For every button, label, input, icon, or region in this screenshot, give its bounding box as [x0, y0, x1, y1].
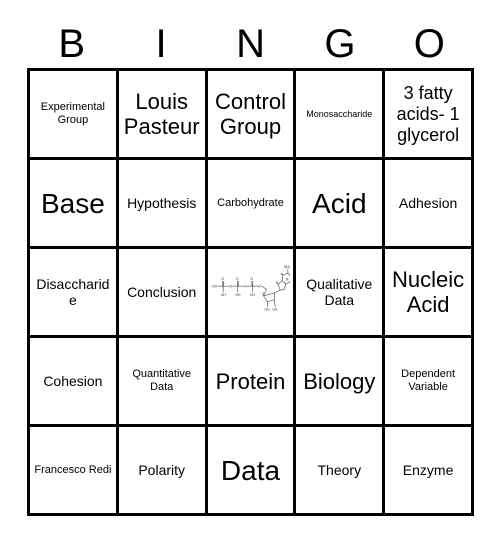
bingo-cell-label: Hypothesis [127, 195, 197, 211]
bingo-grid: Experimental Group Louis Pasteur Control… [27, 68, 474, 516]
bingo-cell-label: Polarity [138, 462, 186, 478]
atp-molecule-icon: HO O OH O O OH O O OH O O OH OH N N N NH… [212, 265, 291, 311]
bingo-cell-label: Disaccharide [36, 276, 110, 308]
bingo-cell-o5[interactable]: Enzyme [385, 427, 474, 516]
bingo-cell-label: Louis Pasteur [123, 89, 200, 139]
bingo-cell-label: Dependent Variable [401, 368, 455, 393]
bingo-cell-label: Biology [303, 368, 376, 394]
bingo-cell-b2[interactable]: Base [30, 160, 119, 249]
bingo-row: Disaccharide Conclusion HO O OH O O OH O… [30, 249, 474, 338]
svg-text:OH: OH [250, 293, 256, 297]
bingo-row: Experimental Group Louis Pasteur Control… [30, 71, 474, 160]
bingo-cell-label: Cohesion [43, 373, 103, 389]
bingo-cell-label: Qualitative Data [306, 276, 373, 308]
svg-text:O: O [244, 285, 247, 289]
bingo-cell-label: Carbohydrate [217, 196, 284, 209]
bingo-cell-g3[interactable]: Qualitative Data [296, 249, 386, 338]
bingo-row: Cohesion Quantitative Data Protein Biolo… [30, 338, 474, 427]
bingo-cell-o2[interactable]: Adhesion [385, 160, 474, 249]
header-letter-b: B [58, 22, 86, 66]
bingo-cell-label: Conclusion [127, 284, 197, 300]
header-letter-g: G [324, 22, 356, 66]
header-letter-n: N [236, 22, 265, 66]
bingo-cell-b5[interactable]: Francesco Redi [30, 427, 119, 516]
svg-text:O: O [229, 285, 232, 289]
bingo-cell-o1[interactable]: 3 fatty acids- 1 glycerol [385, 71, 474, 160]
bingo-cell-g1[interactable]: Monosaccharide [296, 71, 386, 160]
bingo-cell-label: Control Group [215, 89, 286, 139]
bingo-cell-i1[interactable]: Louis Pasteur [118, 71, 208, 160]
bingo-cell-label: Quantitative Data [132, 368, 192, 393]
bingo-card: B I N G O Experimental Group Louis Paste… [0, 0, 501, 544]
bingo-cell-i5[interactable]: Polarity [118, 427, 208, 516]
svg-text:O: O [261, 292, 264, 296]
bingo-cell-o4[interactable]: Dependent Variable [385, 338, 474, 427]
bingo-cell-i4[interactable]: Quantitative Data [118, 338, 208, 427]
bingo-cell-label: 3 fatty acids- 1 glycerol [396, 82, 460, 145]
svg-text:NH2: NH2 [284, 265, 291, 269]
bingo-cell-label: Theory [317, 462, 362, 478]
svg-text:O: O [235, 277, 238, 281]
bingo-cell-label: Monosaccharide [306, 108, 373, 119]
bingo-cell-label: Base [40, 187, 105, 219]
header-letter-o: O [413, 22, 445, 66]
bingo-row: Francesco Redi Polarity Data Theory Enzy… [30, 427, 474, 516]
svg-text:O: O [221, 277, 224, 281]
bingo-cell-label: Data [220, 454, 281, 486]
bingo-cell-label: Experimental Group [40, 101, 105, 126]
bingo-cell-i2[interactable]: Hypothesis [118, 160, 208, 249]
bingo-cell-g5[interactable]: Theory [296, 427, 386, 516]
bingo-header-row: B I N G O [27, 20, 474, 68]
svg-text:OH: OH [272, 307, 278, 311]
svg-text:HO: HO [212, 285, 217, 289]
svg-text:OH: OH [235, 293, 241, 297]
bingo-cell-label: Enzyme [402, 462, 454, 478]
bingo-cell-o3[interactable]: Nucleic Acid [385, 249, 474, 338]
bingo-cell-n5[interactable]: Data [207, 427, 297, 516]
bingo-cell-g2[interactable]: Acid [296, 160, 386, 249]
bingo-cell-b3[interactable]: Disaccharide [30, 249, 119, 338]
bingo-cell-n1[interactable]: Control Group [207, 71, 297, 160]
bingo-cell-g4[interactable]: Biology [296, 338, 386, 427]
bingo-cell-label: Francesco Redi [34, 463, 112, 476]
header-letter-i: I [155, 22, 167, 66]
bingo-row: Base Hypothesis Carbohydrate Acid Adhesi… [30, 160, 474, 249]
bingo-cell-label: Acid [312, 187, 367, 219]
bingo-cell-label: Adhesion [398, 195, 458, 211]
svg-text:O: O [250, 277, 253, 281]
bingo-cell-label: Protein [215, 368, 286, 394]
bingo-cell-b4[interactable]: Cohesion [30, 338, 119, 427]
bingo-cell-label: Nucleic Acid [392, 267, 465, 317]
bingo-cell-n4[interactable]: Protein [207, 338, 297, 427]
bingo-cell-i3[interactable]: Conclusion [118, 249, 208, 338]
svg-text:OH: OH [220, 293, 226, 297]
bingo-cell-n2[interactable]: Carbohydrate [207, 160, 297, 249]
bingo-cell-n3[interactable]: HO O OH O O OH O O OH O O OH OH N N N NH… [207, 249, 297, 338]
svg-text:OH: OH [264, 307, 270, 311]
svg-text:O: O [258, 285, 261, 289]
svg-text:N: N [286, 277, 289, 281]
bingo-cell-b1[interactable]: Experimental Group [30, 71, 119, 160]
